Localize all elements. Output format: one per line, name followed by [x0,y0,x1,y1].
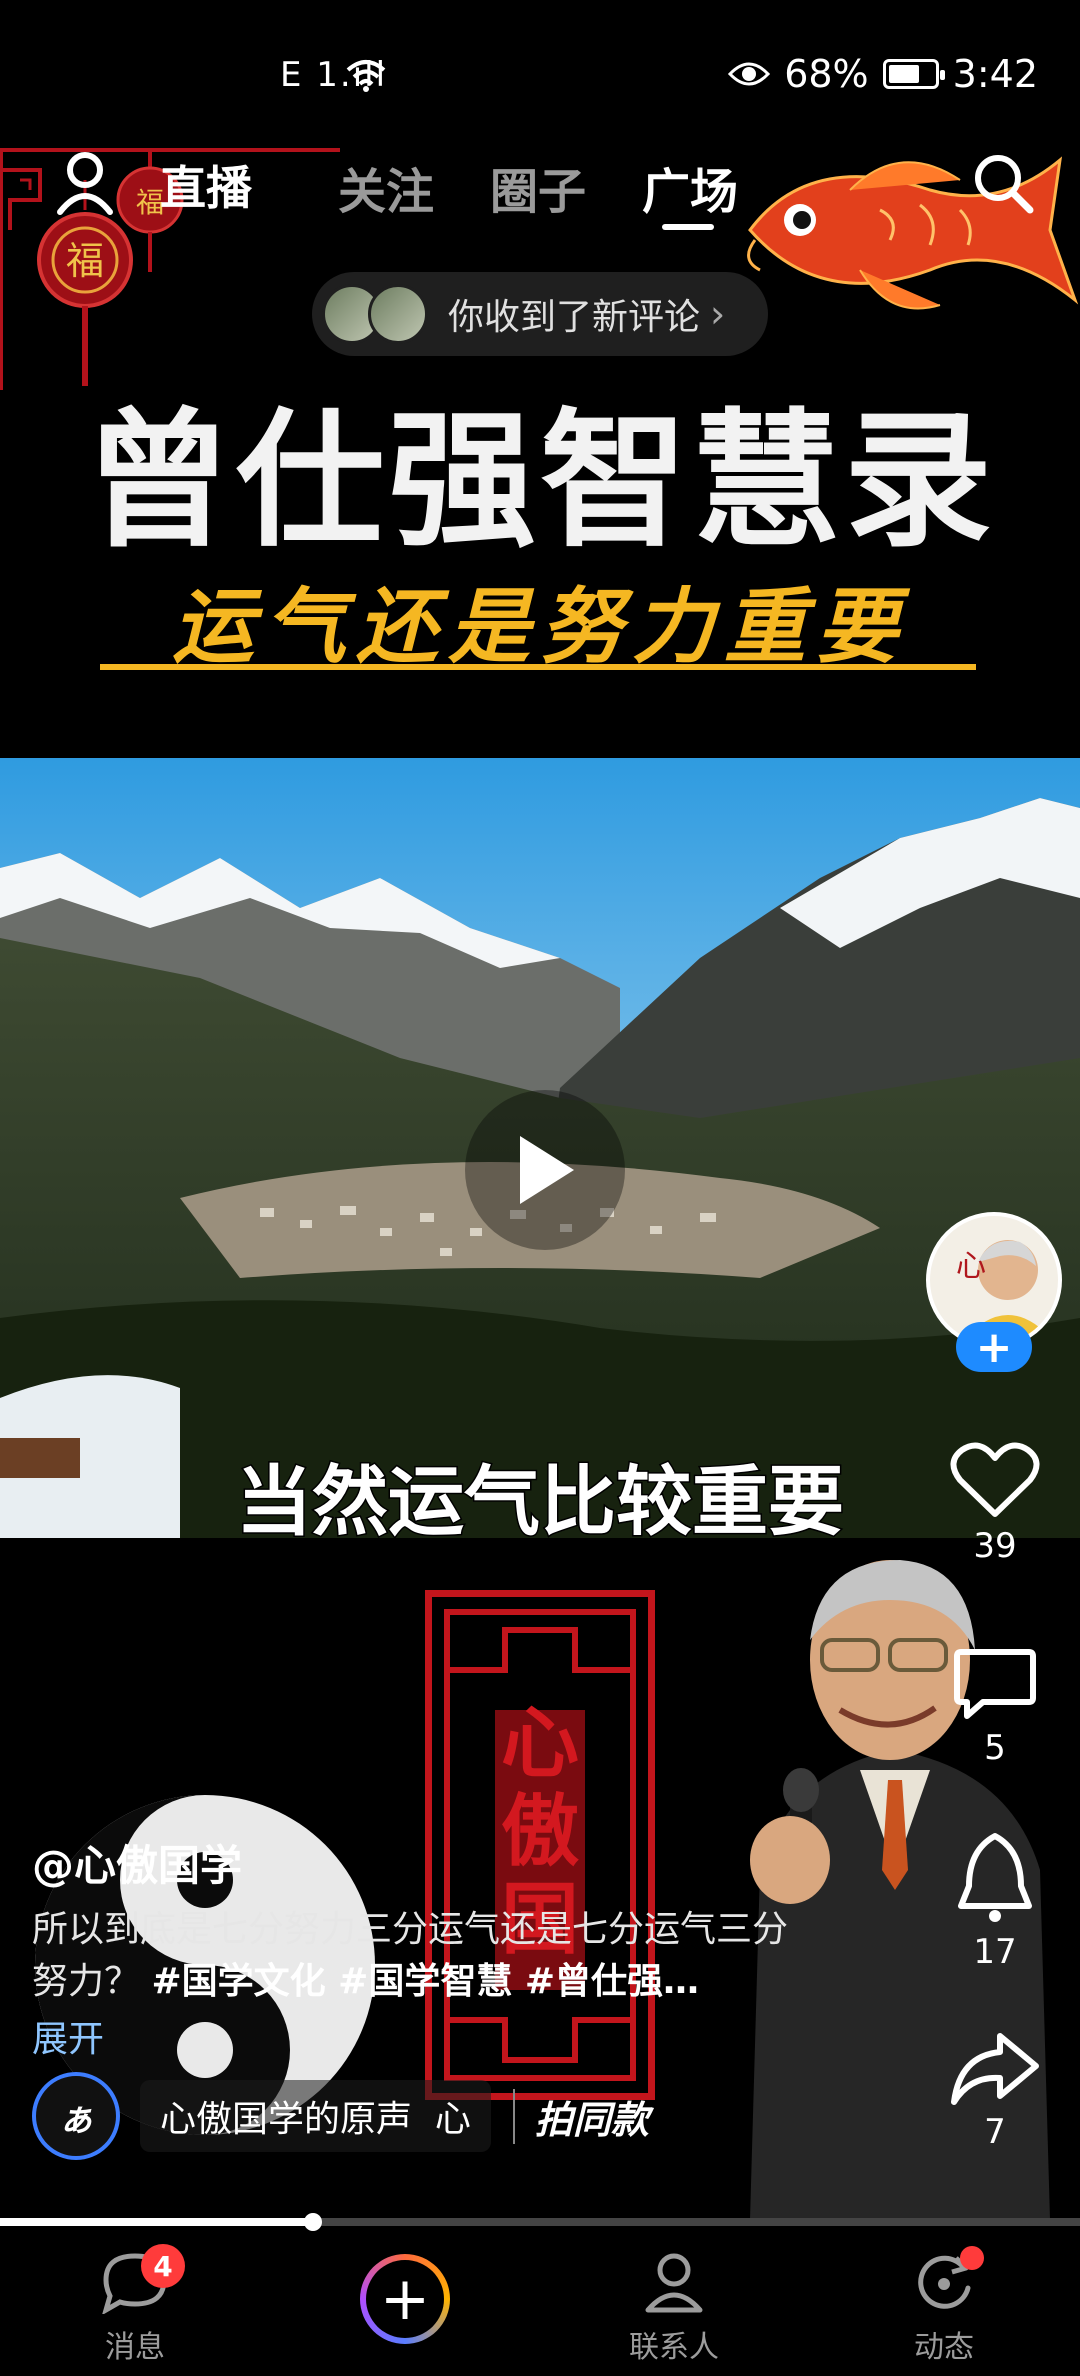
post-description: 所以到底是七分努力三分运气还是七分运气三分努力？ #国学文化 #国学智慧 #曾仕… [32,1904,792,2008]
plus-icon: + [366,2260,444,2338]
same-style-button[interactable]: 拍同款 [512,2088,649,2144]
music-source-tail: 心 [434,2099,471,2140]
svg-text:心: 心 [956,1249,986,1284]
subtitle-underline [100,664,976,670]
profile-icon[interactable] [55,150,115,220]
commenter-avatars [322,284,428,344]
messages-badge: 4 [141,2244,185,2288]
bottom-nav: 4 消息 + 联系人 动态 [0,2236,1080,2376]
notification-text: 你收到了新评论 [448,297,701,338]
messages-label: 消息 [105,2330,165,2365]
bell-icon [958,1833,1032,1922]
author-handle[interactable]: @心傲国学 [32,1832,242,1893]
create-button[interactable]: + [360,2254,450,2344]
follow-button[interactable]: + [956,1322,1032,1373]
like-count: 39 [973,1526,1017,1566]
battery-percent: 68% [784,52,869,96]
music-disc-icon[interactable]: ぁ [32,2072,120,2160]
hashtags[interactable]: #国学文化 #国学智慧 #曾仕强… [151,1961,699,2002]
activity-dot [960,2246,984,2270]
progress-handle[interactable] [304,2213,323,2231]
activity-label: 动态 [914,2330,974,2365]
status-bar: E 1.ıll 68% 3:42 [0,0,1080,120]
eye-icon [728,62,771,86]
clock: 3:42 [952,52,1038,96]
nav-activity[interactable]: 动态 [864,2246,1024,2366]
music-source-text: 心傲国学的原声 [160,2099,413,2140]
tab-circles[interactable]: 圈子 [490,152,586,222]
contacts-label: 联系人 [629,2330,719,2365]
comment-count: 5 [984,1728,1006,1768]
play-icon [520,1136,574,1204]
search-icon[interactable] [970,150,1036,216]
nav-messages[interactable]: 4 消息 [55,2244,215,2366]
active-tab-indicator [662,224,714,230]
wifi-icon [346,60,386,92]
like-action[interactable]: 39 [920,1440,1070,1566]
share-action[interactable]: 7 [920,2030,1070,2152]
share-count: 7 [984,2112,1006,2152]
tab-following[interactable]: 关注 [338,152,434,222]
share-arrow-icon [951,2033,1039,2105]
battery-icon [882,59,945,89]
play-button[interactable] [465,1090,625,1250]
comment-action[interactable]: 5 [920,1646,1070,1768]
chevron-right-icon: › [710,292,726,336]
video-progress-bar[interactable] [0,2213,1080,2231]
favorite-action[interactable]: 17 [920,1830,1070,1972]
new-comment-notification[interactable]: 你收到了新评论 › [312,272,768,356]
video-subtitle: 运气还是努力重要 [172,580,908,675]
expand-link[interactable]: 展开 [32,2010,104,2062]
live-tab[interactable]: 直播 [160,152,252,218]
comment-icon [954,1649,1036,1719]
video-caption-overlay: 当然运气比较重要 [235,1456,846,1548]
favorite-count: 17 [973,1932,1017,1972]
music-bar[interactable]: ぁ 心傲国学的原声 心 拍同款 [32,2072,649,2160]
nav-contacts[interactable]: 联系人 [594,2250,754,2366]
heart-icon [950,1442,1040,1517]
music-source[interactable]: 心傲国学的原声 心 [140,2080,491,2152]
video-title: 曾仕强智慧录 [84,395,996,567]
contacts-icon [645,2253,703,2313]
tab-square[interactable]: 广场 [642,152,738,222]
progress-fill [0,2218,314,2226]
